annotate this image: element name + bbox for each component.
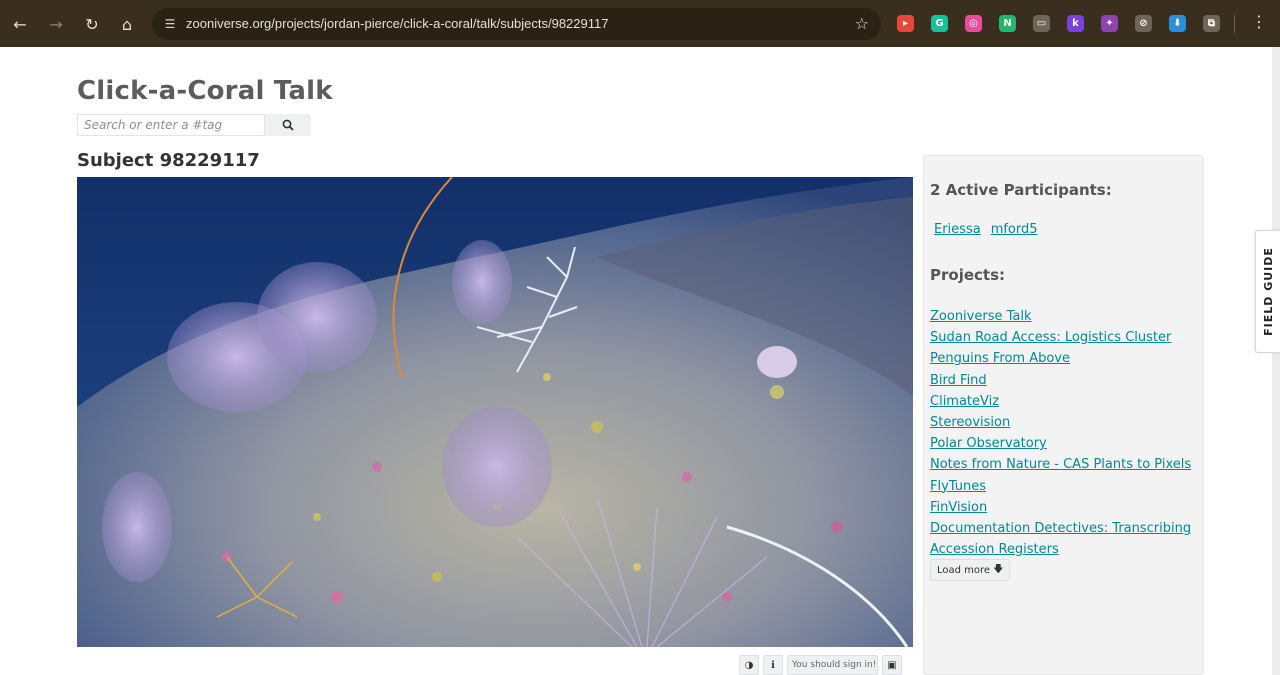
participant-link[interactable]: mford5 — [991, 222, 1038, 237]
extension-red-icon[interactable]: ▸ — [897, 15, 914, 32]
projects-list: Zooniverse Talk Sudan Road Access: Logis… — [930, 306, 1202, 560]
project-link[interactable]: Zooniverse Talk — [930, 306, 1202, 327]
search-input[interactable] — [77, 114, 265, 136]
page-title: Click-a-Coral Talk — [77, 76, 333, 106]
search-icon[interactable] — [265, 114, 311, 136]
project-link[interactable]: Documentation Detectives: Transcribing — [930, 518, 1202, 539]
kebab-menu-icon[interactable]: ⋮ — [1251, 12, 1267, 31]
subject-image[interactable] — [77, 177, 913, 647]
extension-slash-icon[interactable]: ⊘ — [1135, 15, 1152, 32]
project-link[interactable]: Sudan Road Access: Logistics Cluster — [930, 327, 1202, 348]
project-link[interactable]: Polar Observatory — [930, 433, 1202, 454]
project-link[interactable]: FinVision — [930, 497, 1202, 518]
extension-window-icon[interactable]: ▭ — [1033, 15, 1050, 32]
project-link[interactable]: FlyTunes — [930, 476, 1202, 497]
site-info-icon[interactable]: ☰ — [162, 16, 178, 32]
participants-list: Eriessa mford5 — [934, 222, 1038, 237]
browser-toolbar: ← → ↻ ⌂ ☰ zooniverse.org/projects/jordan… — [0, 0, 1280, 47]
extension-green-n-icon[interactable]: N — [999, 15, 1016, 32]
field-guide-label: FIELD GUIDE — [1261, 247, 1275, 336]
project-link[interactable]: Penguins From Above — [930, 348, 1202, 369]
load-more-button[interactable]: Load more 🡇 — [930, 559, 1011, 581]
arrow-down-icon: 🡇 — [993, 563, 1004, 575]
extension-grammarly-icon[interactable]: G — [931, 15, 948, 32]
load-more-label: Load more — [937, 564, 991, 576]
sign-in-notice[interactable]: You should sign in! — [787, 655, 878, 675]
subject-title: Subject 98229117 — [77, 150, 260, 171]
reload-icon[interactable]: ↻ — [75, 7, 109, 41]
project-link[interactable]: Accession Registers — [930, 539, 1202, 560]
talk-sidebar: 2 Active Participants: Eriessa mford5 Pr… — [923, 155, 1204, 675]
home-icon[interactable]: ⌂ — [110, 7, 144, 41]
url-text[interactable]: zooniverse.org/projects/jordan-pierce/cl… — [186, 16, 608, 31]
extension-purple-k-icon[interactable]: k — [1067, 15, 1084, 32]
projects-heading: Projects: — [930, 266, 1005, 284]
project-link[interactable]: Notes from Nature - CAS Plants to Pixels — [930, 454, 1202, 475]
project-link[interactable]: Stereovision — [930, 412, 1202, 433]
field-guide-tab[interactable]: FIELD GUIDE — [1255, 230, 1280, 353]
info-icon[interactable]: ℹ — [763, 655, 783, 675]
contrast-icon[interactable]: ◑ — [739, 655, 759, 675]
back-icon[interactable]: ← — [3, 7, 37, 41]
image-icon[interactable]: ▣ — [882, 655, 902, 675]
extensions-puzzle-icon[interactable]: ⧉ — [1203, 15, 1220, 32]
toolbar-divider — [1234, 15, 1235, 33]
extension-download-blue-icon[interactable]: ⬇ — [1169, 15, 1186, 32]
extension-colorful-icon[interactable]: ◎ — [965, 15, 982, 32]
participant-link[interactable]: Eriessa — [934, 222, 981, 237]
page-scrollbar[interactable] — [1272, 47, 1280, 675]
project-link[interactable]: ClimateViz — [930, 391, 1202, 412]
participants-heading: 2 Active Participants: — [930, 181, 1112, 199]
image-toolbar: ◑ ℹ You should sign in! ▣ — [739, 655, 902, 675]
extension-puzzle-purple-icon[interactable]: ✦ — [1101, 15, 1118, 32]
search-bar — [77, 114, 311, 136]
project-link[interactable]: Bird Find — [930, 370, 1202, 391]
address-bar[interactable]: ☰ zooniverse.org/projects/jordan-pierce/… — [152, 8, 881, 40]
star-icon[interactable]: ☆ — [855, 14, 869, 33]
forward-icon[interactable]: → — [39, 7, 73, 41]
